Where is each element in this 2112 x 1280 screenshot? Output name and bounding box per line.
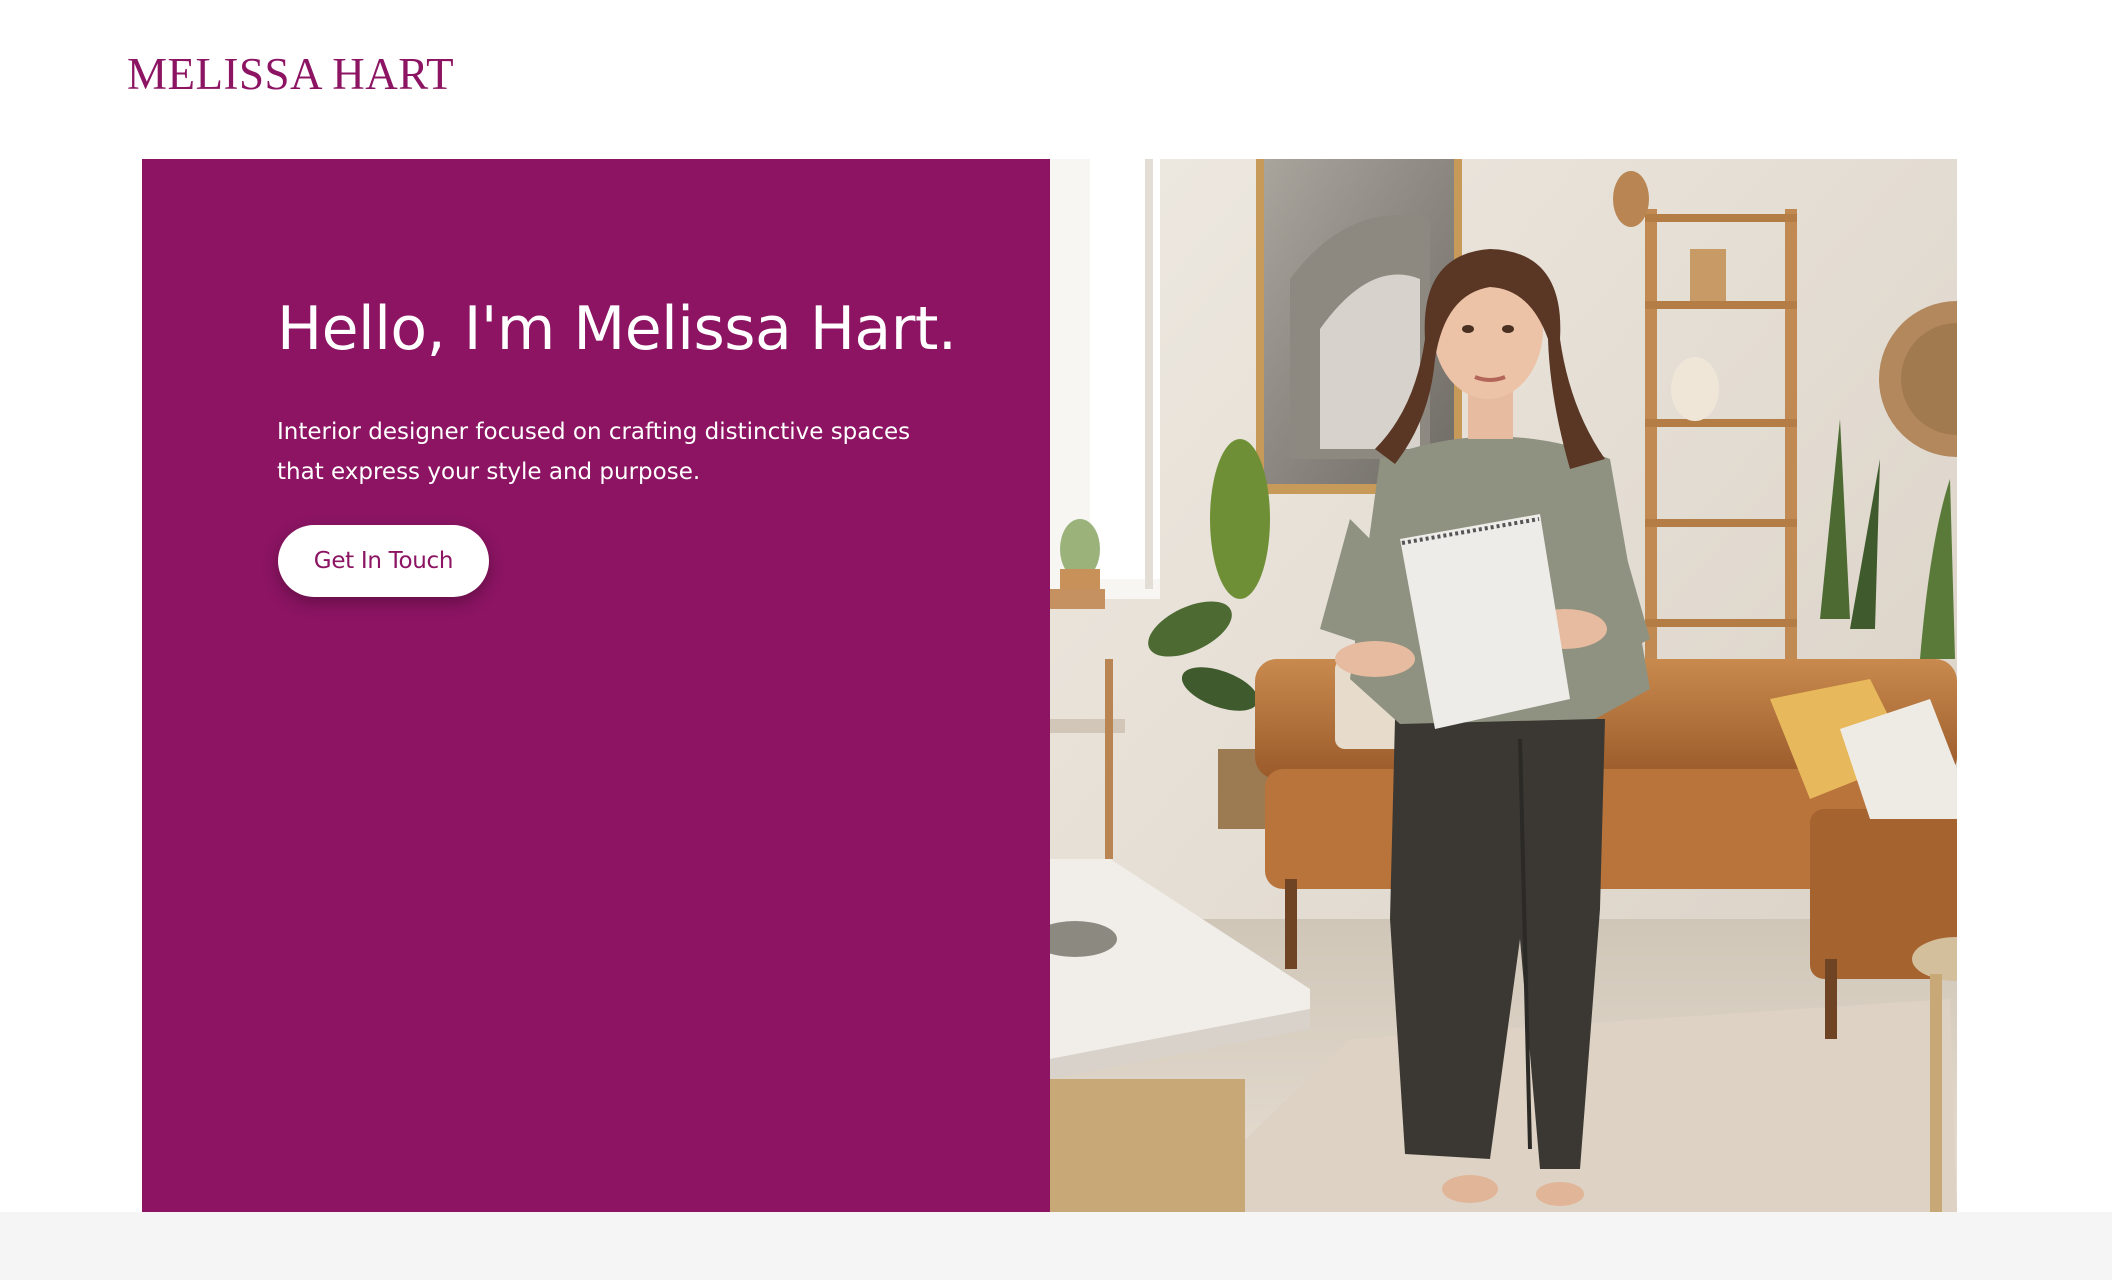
hero-photo [1050, 159, 1957, 1212]
hero-text-panel: Hello, I'm Melissa Hart. Interior design… [142, 159, 1050, 1212]
hero-section: Hello, I'm Melissa Hart. Interior design… [142, 159, 1957, 1212]
brand-logo[interactable]: MELISSA HART [127, 52, 454, 97]
footer-band [0, 1212, 2112, 1280]
get-in-touch-button[interactable]: Get In Touch [278, 525, 489, 597]
hero-subtitle: Interior designer focused on crafting di… [277, 419, 911, 485]
portrait-photo-icon [1050, 159, 1957, 1212]
hero-title: Hello, I'm Melissa Hart. [277, 294, 957, 364]
site-header: MELISSA HART [0, 0, 2112, 159]
